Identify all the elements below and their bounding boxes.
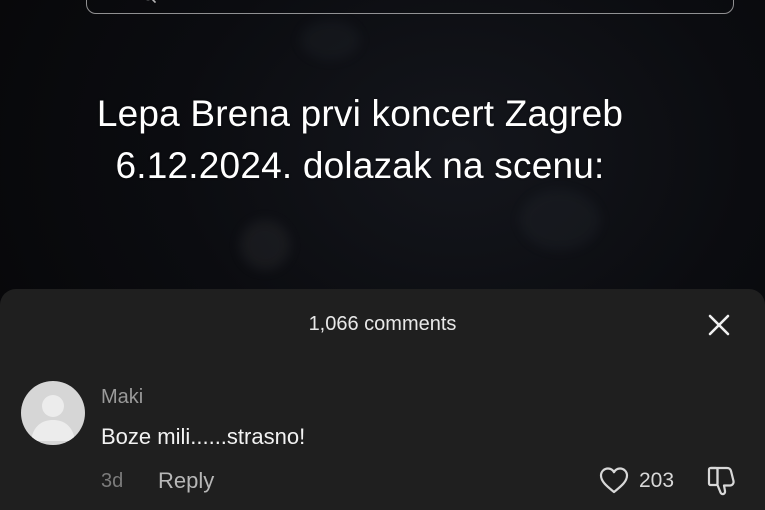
heart-outline-icon[interactable] [598, 465, 630, 495]
background-blur [520, 190, 600, 250]
comment-timestamp: 3d [101, 470, 124, 492]
search-bar[interactable] [86, 0, 734, 14]
comment-username[interactable]: Maki [101, 385, 143, 409]
comment-text: Boze mili......strasno! [101, 424, 306, 449]
comment-item: Maki Boze mili......strasno! 3d Reply 20… [0, 381, 765, 510]
comments-sheet: 1,066 comments Maki Boze mili......stras… [0, 289, 765, 510]
avatar[interactable] [21, 381, 85, 445]
caption-line: Lepa Brena prvi koncert Zagreb [96, 93, 624, 134]
video-caption: Lepa Brena prvi koncert Zagreb 6.12.2024… [0, 88, 720, 192]
background-blur [300, 20, 360, 60]
like-count: 203 [639, 469, 675, 492]
close-icon[interactable] [703, 309, 735, 341]
reply-button[interactable]: Reply [158, 468, 214, 494]
thumbs-down-icon[interactable] [705, 464, 739, 496]
video-screen: Lepa Brena prvi koncert Zagreb 6.12.2024… [0, 0, 765, 510]
search-icon [146, 0, 156, 3]
caption-line: 6.12.2024. dolazak na scenu: [115, 145, 605, 186]
default-avatar-icon [31, 395, 75, 441]
comments-count: 1,066 comments [308, 313, 457, 335]
background-blur [240, 220, 290, 270]
